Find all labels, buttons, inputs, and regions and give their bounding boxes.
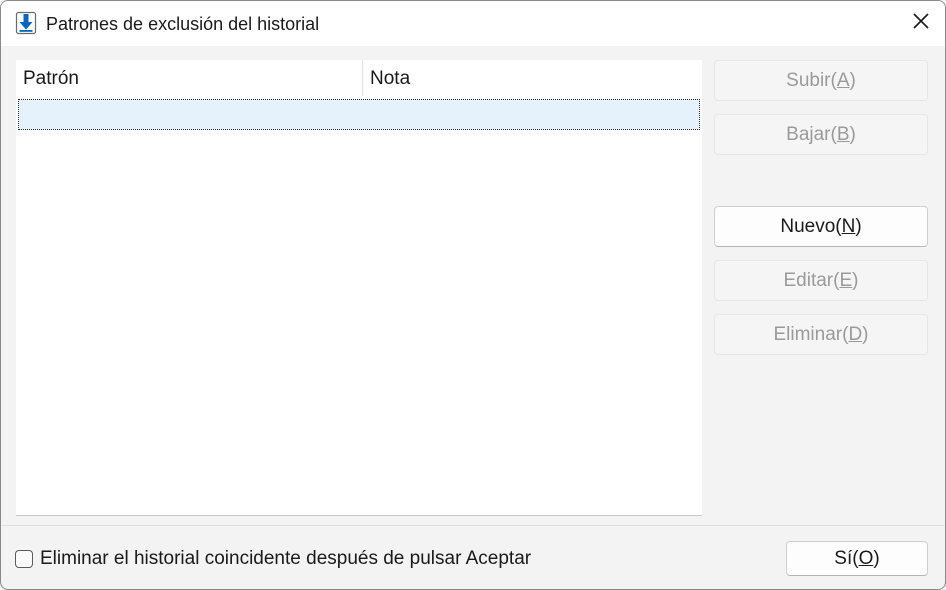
list-header: Patrón Nota [16,60,702,96]
new-button[interactable]: Nuevo(N) [714,206,928,247]
edit-label: Editar( [783,269,840,291]
ok-mnemonic: O [858,547,874,569]
list-row[interactable] [18,99,700,130]
delete-button[interactable]: Eliminar(D) [714,314,928,355]
move-up-mnemonic: A [836,69,850,91]
move-up-label: Subir( [786,69,837,91]
column-header-note[interactable]: Nota [363,60,702,96]
move-down-button[interactable]: Bajar(B) [714,114,928,155]
edit-mnemonic: E [839,269,853,291]
title-bar: Patrones de exclusión del historial [1,1,945,46]
move-down-suffix: ) [849,123,856,145]
edit-suffix: ) [852,269,859,291]
move-up-button[interactable]: Subir(A) [714,60,928,101]
edit-button[interactable]: Editar(E) [714,260,928,301]
move-up-suffix: ) [849,69,856,91]
move-down-mnemonic: B [836,123,850,145]
delete-history-checkbox[interactable] [15,550,33,568]
delete-suffix: ) [862,323,869,345]
move-down-label: Bajar( [786,123,837,145]
close-icon [913,13,929,34]
new-mnemonic: N [841,215,856,237]
window-title: Patrones de exclusión del historial [46,14,320,34]
close-button[interactable] [897,1,945,46]
footer-divider [1,525,945,526]
new-label: Nuevo( [780,215,842,237]
ok-button[interactable]: Sí(O) [786,541,928,576]
column-header-pattern[interactable]: Patrón [16,60,363,96]
ok-label: Sí( [834,547,859,569]
new-suffix: ) [855,215,862,237]
dialog-window: Patrones de exclusión del historial Patr… [0,0,946,590]
ok-suffix: ) [873,547,880,569]
delete-history-checkbox-label[interactable]: Eliminar el historial coincidente despué… [40,548,531,570]
delete-label: Eliminar( [773,323,849,345]
delete-history-option[interactable]: Eliminar el historial coincidente despué… [15,547,531,571]
delete-mnemonic: D [848,323,863,345]
download-arrow-icon [15,11,37,35]
pattern-list[interactable]: Patrón Nota [16,60,702,516]
